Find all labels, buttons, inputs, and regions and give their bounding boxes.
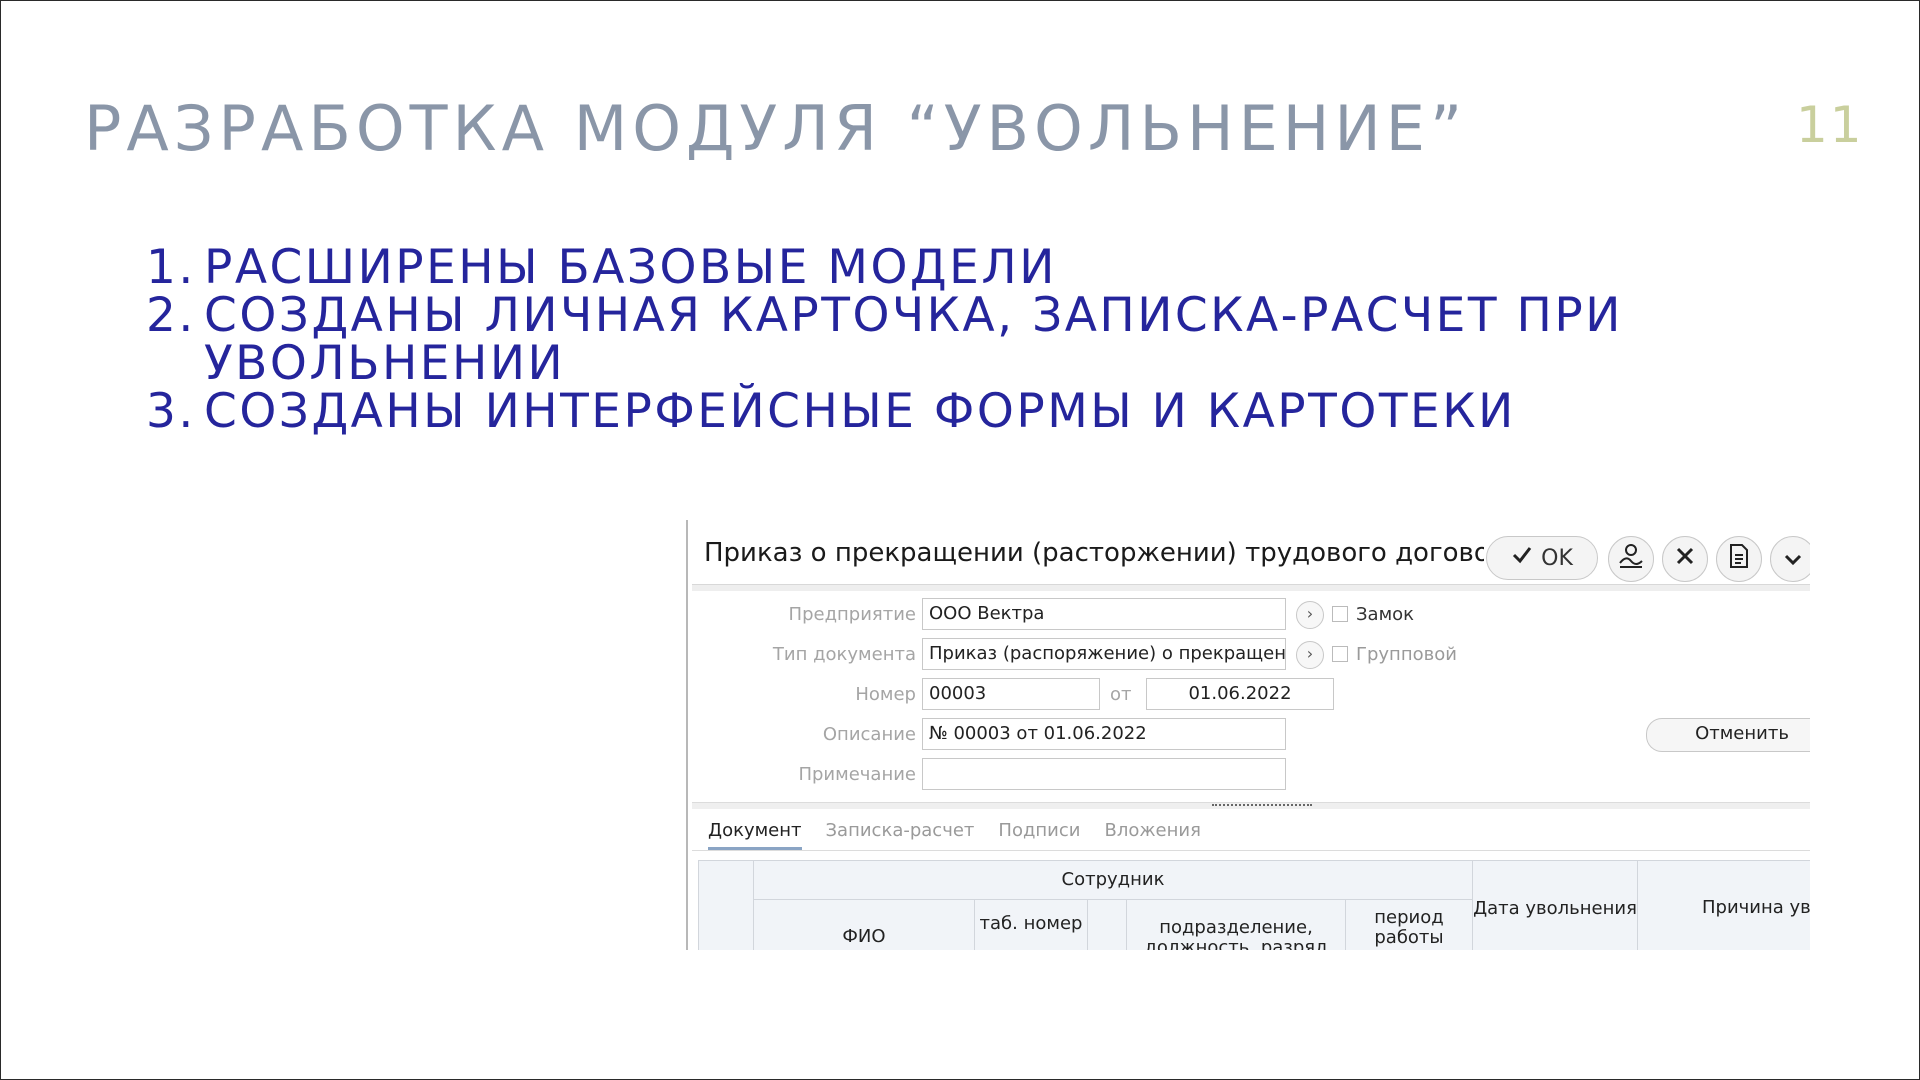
slide-number: 11 — [1796, 96, 1864, 154]
group-label: Групповой — [1356, 644, 1457, 665]
sign-button[interactable] — [1608, 536, 1654, 582]
enterprise-select-button[interactable]: › — [1296, 601, 1324, 629]
grid-header-dismissal-date[interactable]: Дата увольнения — [1472, 860, 1638, 950]
chevron-down-icon — [1783, 545, 1803, 573]
slide-title: РАЗРАБОТКА МОДУЛЯ “УВОЛЬНЕНИЕ” — [84, 92, 1468, 165]
tab-document[interactable]: Документ — [708, 820, 802, 850]
grid-header-period[interactable]: период работы — [1345, 899, 1473, 950]
tabs-divider — [692, 850, 1810, 851]
sign-icon — [1617, 543, 1645, 575]
check-icon — [1511, 544, 1533, 572]
group-checkbox[interactable] — [1332, 646, 1348, 662]
enterprise-field[interactable]: ООО Вектра — [922, 598, 1286, 630]
form-screenshot: Приказ о прекращении (расторжении) трудо… — [686, 514, 1810, 950]
bullet-item: 1. РАСШИРЕНЫ БАЗОВЫЕ МОДЕЛИ — [146, 244, 1623, 292]
bullet-number: 2. — [146, 288, 196, 343]
bullet-number: 3. — [146, 384, 196, 439]
lock-label: Замок — [1356, 604, 1415, 625]
description-field[interactable]: № 00003 от 01.06.2022 — [922, 718, 1286, 750]
ok-label: OK — [1541, 545, 1573, 571]
number-label: Номер — [855, 684, 916, 705]
grid-header-employee: Сотрудник — [753, 860, 1473, 900]
bullet-list: 1. РАСШИРЕНЫ БАЗОВЫЕ МОДЕЛИ 2. СОЗДАНЫ Л… — [146, 244, 1623, 436]
bullet-text: РАСШИРЕНЫ БАЗОВЫЕ МОДЕЛИ — [204, 240, 1057, 295]
document-button[interactable] — [1716, 536, 1762, 582]
bullet-text: СОЗДАНЫ ЛИЧНАЯ КАРТОЧКА, ЗАПИСКА-РАСЧЕТ … — [204, 292, 1623, 388]
splitter-handle[interactable] — [1212, 804, 1312, 806]
doctype-field[interactable]: Приказ (распоряжение) о прекращении (рас… — [922, 638, 1286, 670]
grid-row-header — [698, 860, 754, 950]
bullet-item: 3. СОЗДАНЫ ИНТЕРФЕЙСНЫЕ ФОРМЫ И КАРТОТЕК… — [146, 388, 1623, 436]
tab-calculation-note[interactable]: Записка-расчет — [826, 820, 975, 850]
employees-grid: Сотрудник ФИО таб. номер подразделение, … — [698, 860, 1810, 950]
form-title: Приказ о прекращении (расторжении) трудо… — [704, 538, 1484, 568]
date-from-label: от — [1110, 684, 1132, 705]
enterprise-label: Предприятие — [788, 604, 916, 625]
grid-header-reason[interactable]: Причина увольнения — [1637, 860, 1810, 950]
window-border — [686, 520, 688, 950]
tab-bar: Документ Записка-расчет Подписи Вложения — [708, 820, 1201, 850]
cancel-button[interactable]: Отменить — [1646, 718, 1810, 752]
form-header: Приказ о прекращении (расторжении) трудо… — [704, 524, 1810, 584]
bullet-number: 1. — [146, 240, 196, 295]
grid-header-division[interactable]: подразделение, должность, разряд — [1126, 899, 1346, 950]
grid-header-tab-number[interactable]: таб. номер — [974, 899, 1088, 950]
grid-header-fio[interactable]: ФИО — [753, 899, 975, 950]
bullet-text-line-1: СОЗДАНЫ ЛИЧНАЯ КАРТОЧКА, ЗАПИСКА-РАСЧЕТ … — [204, 288, 1623, 343]
note-field[interactable] — [922, 758, 1286, 790]
date-field[interactable]: 01.06.2022 — [1146, 678, 1334, 710]
bullet-text: СОЗДАНЫ ИНТЕРФЕЙСНЫЕ ФОРМЫ И КАРТОТЕКИ — [204, 384, 1516, 439]
bullet-item: 2. СОЗДАНЫ ЛИЧНАЯ КАРТОЧКА, ЗАПИСКА-РАСЧ… — [146, 292, 1623, 388]
doctype-label: Тип документа — [772, 644, 916, 665]
ok-button[interactable]: OK — [1486, 536, 1598, 580]
tab-attachments[interactable]: Вложения — [1104, 820, 1200, 850]
note-label: Примечание — [798, 764, 916, 785]
close-icon — [1674, 545, 1696, 573]
bullet-text-line-2: УВОЛЬНЕНИИ — [204, 336, 566, 391]
header-separator — [692, 584, 1810, 591]
grid-header-blank — [1087, 899, 1127, 950]
tab-signatures[interactable]: Подписи — [998, 820, 1080, 850]
close-button[interactable] — [1662, 536, 1708, 582]
description-label: Описание — [822, 724, 916, 745]
number-field[interactable]: 00003 — [922, 678, 1100, 710]
doctype-select-button[interactable]: › — [1296, 641, 1324, 669]
document-icon — [1728, 543, 1750, 575]
lock-checkbox[interactable] — [1332, 606, 1348, 622]
more-button[interactable] — [1770, 536, 1810, 582]
